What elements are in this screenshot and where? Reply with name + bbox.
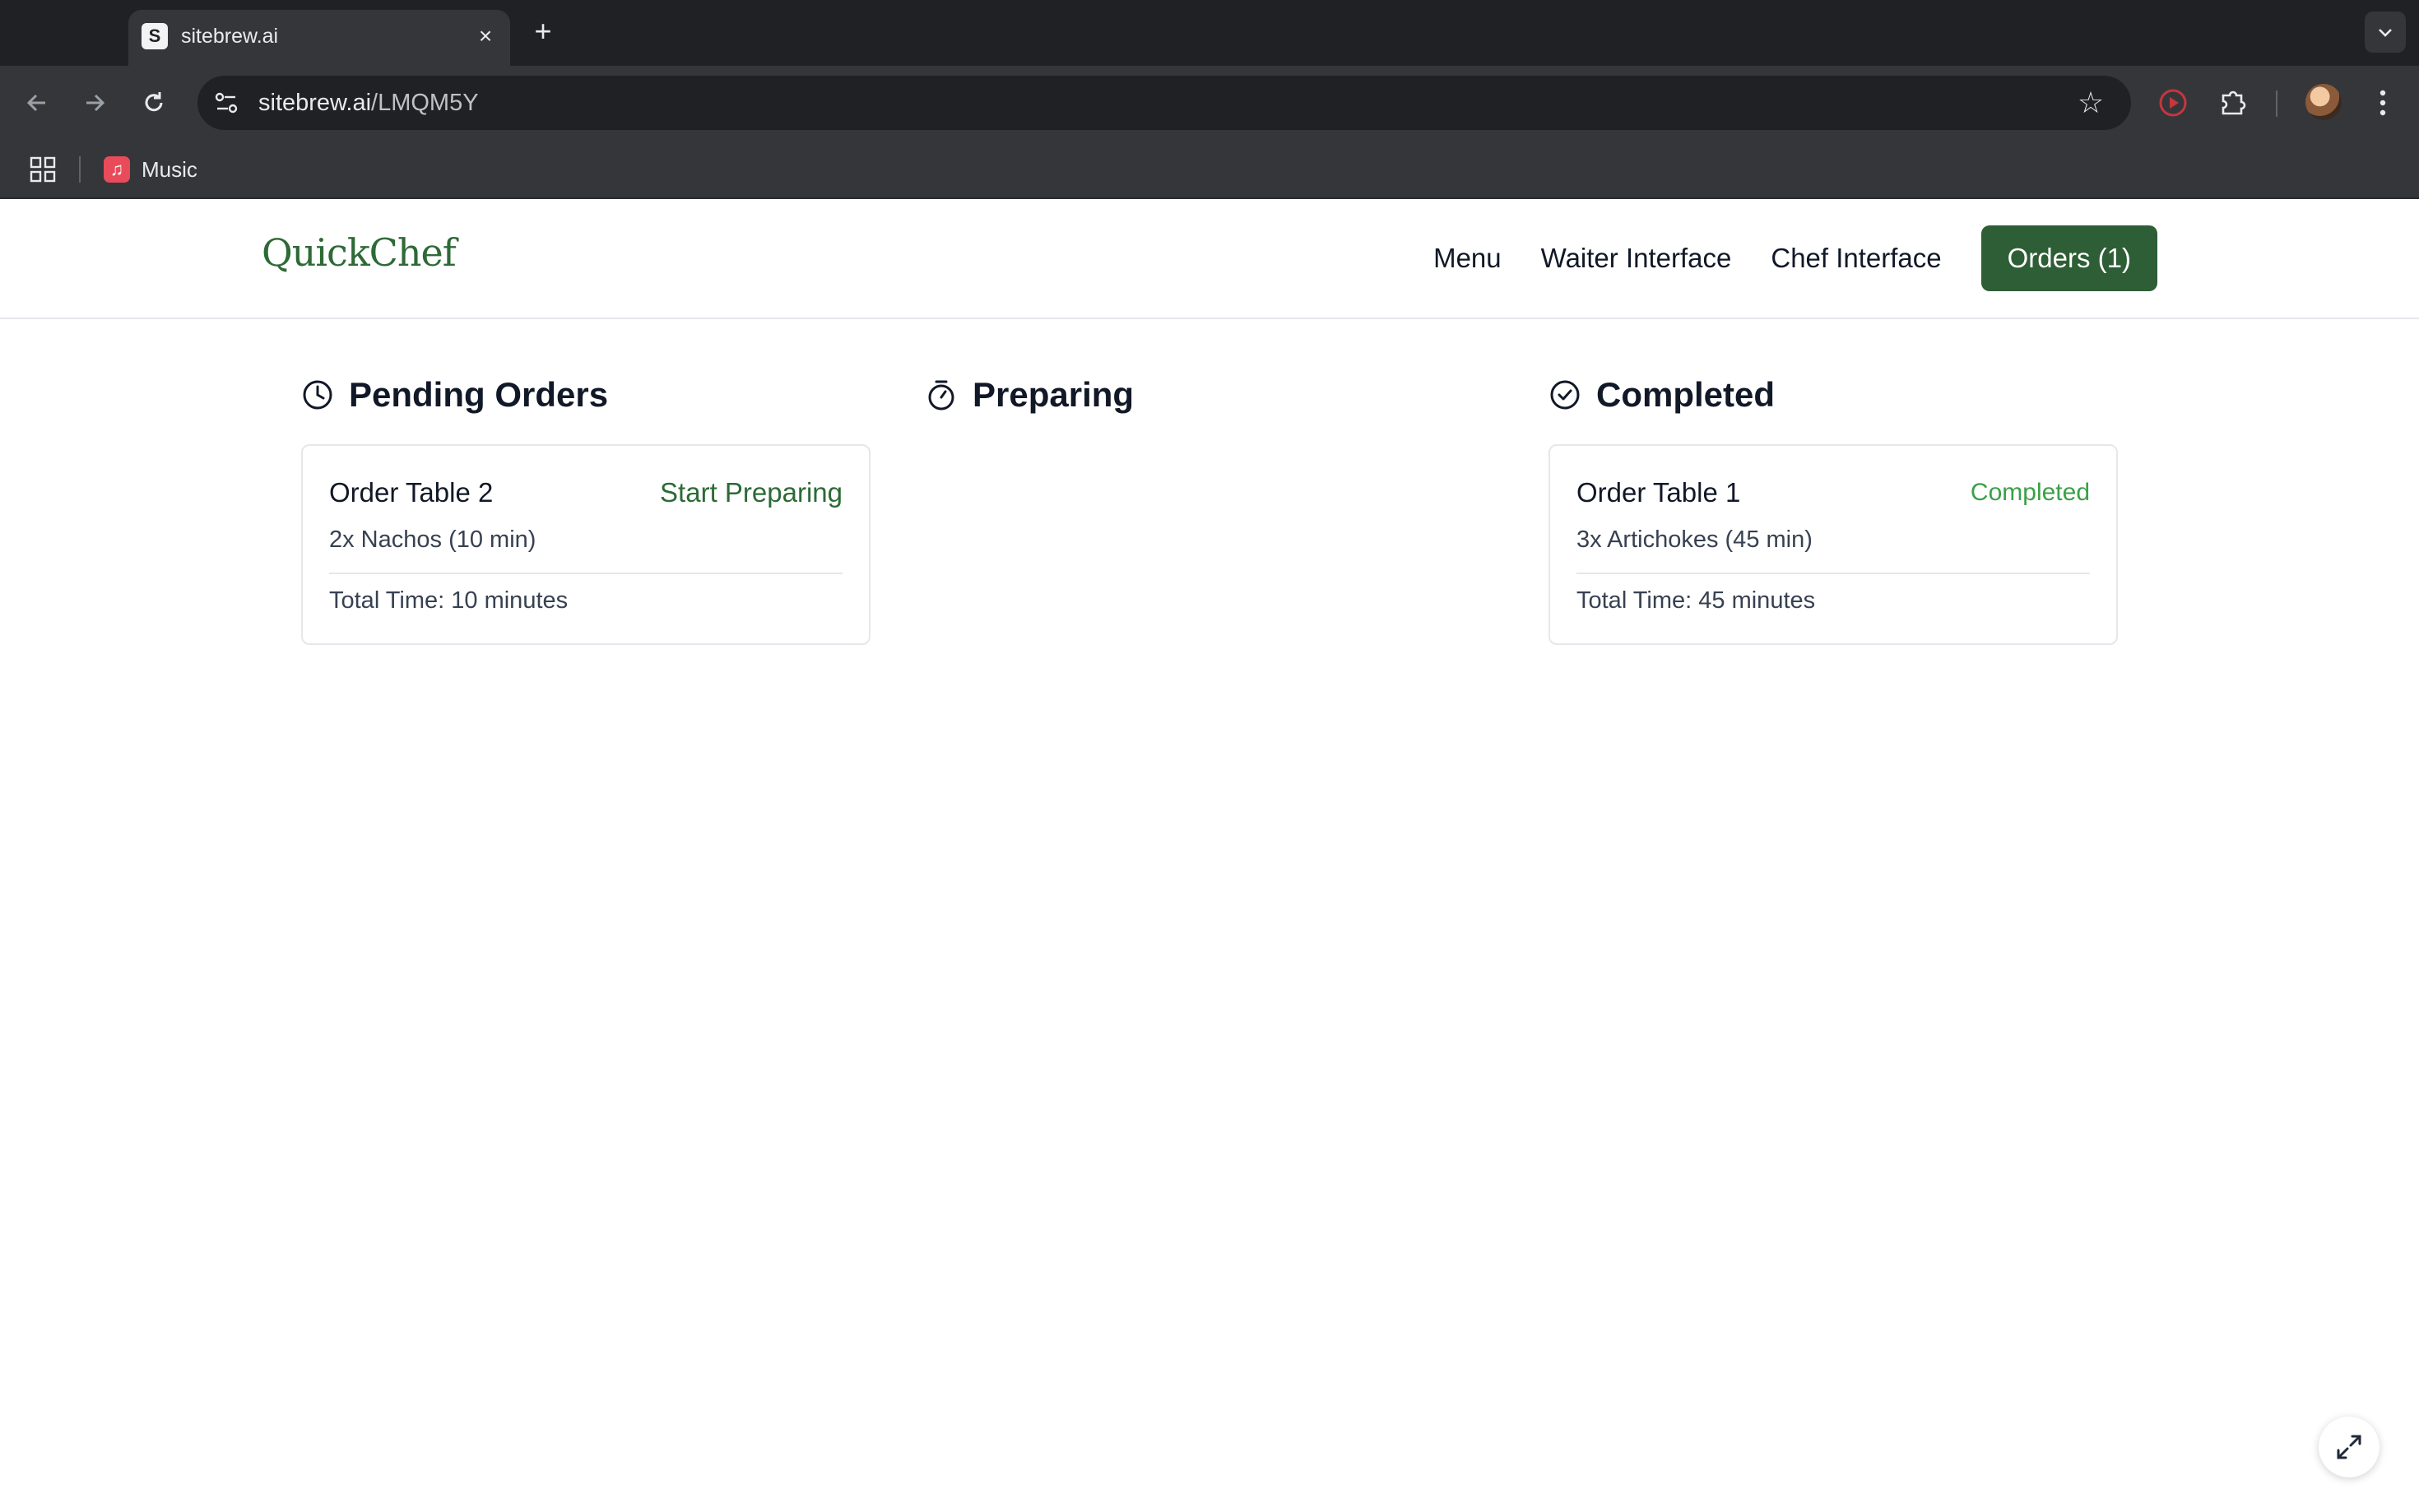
check-circle-icon bbox=[1550, 380, 1580, 410]
profile-avatar[interactable] bbox=[2305, 84, 2342, 120]
tab-title: sitebrew.ai bbox=[181, 25, 279, 48]
nav-chef-link[interactable]: Chef Interface bbox=[1771, 243, 1941, 274]
browser-tab-strip: S sitebrew.ai × + bbox=[0, 0, 2419, 66]
site-header: QuickChef Menu Waiter Interface Chef Int… bbox=[0, 199, 2419, 319]
order-total-time: Total Time: 10 minutes bbox=[329, 587, 569, 614]
site-favicon-icon: S bbox=[142, 23, 168, 49]
expand-icon bbox=[2337, 1435, 2361, 1459]
pending-orders-column: Pending Orders Order Table 2 Start Prepa… bbox=[301, 369, 871, 645]
reload-icon bbox=[145, 92, 163, 112]
completed-column: Completed Order Table 1 Completed 3x Art… bbox=[1548, 369, 2118, 645]
bookmark-star-icon[interactable]: ☆ bbox=[2073, 86, 2108, 120]
extensions-puzzle-icon[interactable] bbox=[2217, 86, 2251, 120]
order-card: Order Table 1 Completed 3x Artichokes (4… bbox=[1548, 444, 2118, 645]
completed-heading: Completed bbox=[1548, 369, 2118, 421]
bookmarks-divider bbox=[79, 156, 81, 183]
order-item: 3x Artichokes (45 min) bbox=[1576, 526, 1813, 553]
pending-orders-title: Pending Orders bbox=[349, 375, 609, 414]
order-item: 2x Nachos (10 min) bbox=[329, 526, 536, 553]
preparing-heading: Preparing bbox=[925, 369, 1494, 421]
order-divider bbox=[1576, 573, 2090, 574]
order-title: Order Table 2 bbox=[329, 477, 494, 508]
nav-waiter-link[interactable]: Waiter Interface bbox=[1541, 243, 1732, 274]
stopwatch-icon bbox=[928, 380, 954, 410]
order-total-time: Total Time: 45 minutes bbox=[1576, 587, 1816, 614]
chevron-down-icon bbox=[2379, 29, 2392, 37]
nav-orders-button[interactable]: Orders (1) bbox=[1980, 225, 2157, 291]
site-settings-icon[interactable] bbox=[211, 87, 242, 118]
address-bar[interactable]: sitebrew.ai/LMQM5Y ☆ bbox=[197, 76, 2131, 130]
order-divider bbox=[329, 573, 843, 574]
toolbar-divider bbox=[2276, 90, 2277, 117]
main-nav: Menu Waiter Interface Chef Interface Ord… bbox=[1433, 225, 2157, 291]
close-icon[interactable]: × bbox=[471, 21, 500, 51]
pending-orders-heading: Pending Orders bbox=[301, 369, 871, 421]
bookmark-label: Music bbox=[142, 156, 197, 182]
completed-title: Completed bbox=[1596, 375, 1776, 414]
browser-menu-icon[interactable] bbox=[2366, 82, 2399, 123]
completed-status-label: Completed bbox=[1970, 479, 2090, 506]
arrow-right-icon bbox=[86, 94, 105, 112]
arrow-left-icon bbox=[26, 94, 45, 112]
clock-icon bbox=[303, 380, 332, 410]
back-button[interactable] bbox=[16, 82, 58, 123]
bookmark-music[interactable]: ♫ Music bbox=[104, 151, 197, 188]
kebab-menu-icon bbox=[2380, 90, 2386, 116]
preparing-column: Preparing bbox=[925, 369, 1494, 421]
screen-recorder-extension-icon[interactable] bbox=[2156, 86, 2190, 120]
quickchef-logo[interactable]: QuickChef bbox=[262, 230, 457, 275]
forward-button[interactable] bbox=[74, 82, 115, 123]
browser-tab[interactable]: S sitebrew.ai × bbox=[128, 10, 510, 66]
order-card: Order Table 2 Start Preparing 2x Nachos … bbox=[301, 444, 871, 645]
apps-grid-icon[interactable] bbox=[28, 155, 58, 184]
url-text: sitebrew.ai/LMQM5Y bbox=[258, 90, 479, 116]
music-icon: ♫ bbox=[104, 156, 130, 183]
fullscreen-button[interactable] bbox=[2319, 1417, 2380, 1477]
bookmarks-bar: ♫ Music bbox=[0, 140, 2419, 199]
new-tab-button[interactable]: + bbox=[527, 15, 559, 48]
browser-toolbar: sitebrew.ai/LMQM5Y ☆ bbox=[0, 66, 2419, 140]
preparing-title: Preparing bbox=[973, 375, 1135, 414]
nav-menu-link[interactable]: Menu bbox=[1433, 243, 1502, 274]
reload-button[interactable] bbox=[133, 82, 174, 123]
order-title: Order Table 1 bbox=[1576, 477, 1741, 508]
start-preparing-button[interactable]: Start Preparing bbox=[660, 477, 843, 508]
tab-search-button[interactable] bbox=[2365, 12, 2406, 53]
